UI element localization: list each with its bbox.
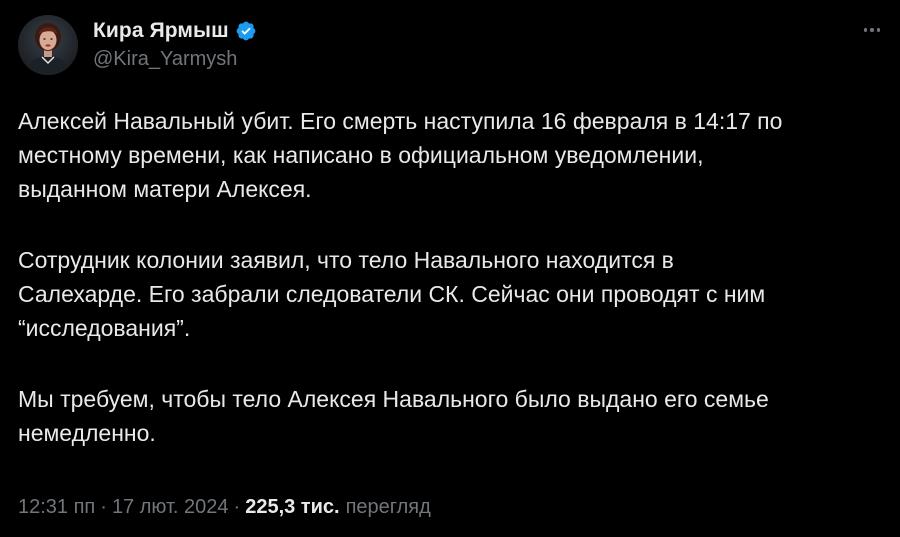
tweet-line: Мы требуем, чтобы тело Алексея Навальног…	[18, 386, 769, 412]
tweet-paragraph: Сотрудник колонии заявил, что тело Навал…	[18, 243, 878, 345]
tweet-text: Алексей Навальный убит. Его смерть насту…	[18, 104, 878, 487]
tweet-meta: 12:31 пп · 17 лют. 2024 · 225,3 тис. пер…	[18, 496, 431, 519]
tweet-line: выданном матери Алексея.	[18, 176, 312, 202]
tweet-paragraph: Мы требуем, чтобы тело Алексея Навальног…	[18, 382, 878, 450]
tweet-line: “исследования”.	[18, 315, 191, 341]
tweet-line: Алексей Навальный убит. Его смерть насту…	[18, 108, 783, 134]
tweet-line: Салехарде. Его забрали следователи СК. С…	[18, 281, 766, 307]
tweet-time[interactable]: 12:31 пп	[18, 496, 95, 519]
tweet-card: Кира Ярмыш @Kira_Yarmysh Алексей Навальн…	[0, 0, 900, 537]
author-name-row: Кира Ярмыш	[93, 18, 257, 44]
author-handle[interactable]: @Kira_Yarmysh	[93, 48, 237, 71]
more-horizontal-icon[interactable]	[858, 20, 886, 40]
tweet-line: Сотрудник колонии заявил, что тело Навал…	[18, 247, 674, 273]
more-dot	[863, 28, 868, 32]
verified-badge-icon[interactable]	[235, 20, 257, 42]
views-label: перегляд	[345, 496, 431, 518]
tweet-paragraph: Алексей Навальный убит. Его смерть насту…	[18, 104, 878, 206]
tweet-line: местному времени, как написано в официал…	[18, 142, 704, 168]
meta-separator: ·	[100, 496, 107, 518]
display-name[interactable]: Кира Ярмыш	[93, 19, 229, 43]
tweet-date[interactable]: 17 лют. 2024	[112, 496, 229, 519]
more-dot	[876, 28, 881, 32]
avatar-image	[18, 15, 78, 75]
more-dot	[870, 28, 874, 32]
avatar[interactable]	[18, 15, 78, 75]
meta-separator: ·	[233, 496, 241, 518]
tweet-line: немедленно.	[18, 420, 156, 446]
views-count[interactable]: 225,3 тис.	[245, 496, 339, 519]
